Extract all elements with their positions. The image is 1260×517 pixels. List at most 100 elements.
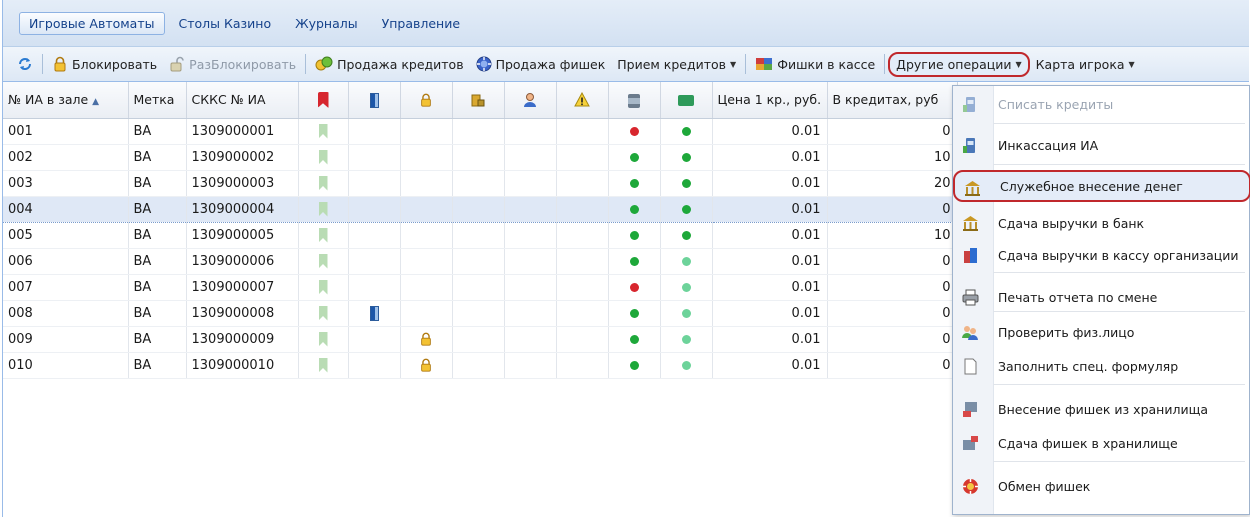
menu-item[interactable]: Печать отчета по смене [953, 281, 1251, 313]
tab-journals[interactable]: Журналы [285, 12, 368, 35]
refresh-button[interactable] [11, 54, 39, 74]
menu-item[interactable]: Обмен фишек [953, 470, 1251, 502]
cell-price: 0.01 [712, 352, 828, 379]
cell-credits: 10 [827, 222, 958, 249]
column-header-warning[interactable] [556, 82, 609, 119]
cell-price: 0.01 [712, 144, 828, 171]
cell-network [660, 274, 713, 301]
cell-credits: 0 [827, 326, 958, 353]
cell-status [608, 195, 661, 223]
cell-num: 005 [3, 222, 129, 249]
table-row[interactable]: 008 ВА 1309000008 0.01 0 [3, 300, 958, 327]
column-header-mark[interactable]: Метка [128, 82, 187, 119]
cell-price: 0.01 [712, 118, 828, 145]
network-dot [681, 178, 691, 188]
unblock-button[interactable]: РазБлокировать [163, 54, 302, 74]
column-header-num[interactable]: № ИА в зале ▲ [3, 82, 129, 119]
cell-skkc: 1309000002 [186, 144, 299, 171]
cell-money [452, 248, 505, 275]
block-button[interactable]: Блокировать [46, 54, 163, 74]
menu-item[interactable]: Сдача фишек в хранилище [953, 427, 1251, 459]
bookmark-icon [318, 123, 328, 139]
table-row[interactable]: 004 ВА 1309000004 0.01 0 [3, 195, 958, 223]
cell-warning [556, 222, 609, 249]
card-icon [678, 95, 694, 107]
cell-person [504, 300, 557, 327]
cell-lock [400, 118, 453, 145]
menu-separator [993, 123, 1245, 124]
menu-item[interactable]: Сдача выручки в банк [953, 207, 1251, 239]
menu-item[interactable]: Внесение фишек из хранилища [953, 393, 1251, 425]
cell-mark: ВА [128, 222, 187, 249]
cell-num: 009 [3, 326, 129, 353]
table-row[interactable]: 003 ВА 1309000003 0.01 20 [3, 170, 958, 197]
cell-bookmark [298, 195, 349, 223]
menu-item-label: Списать кредиты [998, 96, 1114, 112]
toolbar-separator [884, 54, 886, 74]
column-header-credits[interactable]: В кредитах, руб [827, 82, 958, 119]
cell-credits: 10 [827, 144, 958, 171]
player-card-button[interactable]: Карта игрока ▼ [1030, 55, 1141, 74]
tab-casino-tables[interactable]: Столы Казино [169, 12, 282, 35]
menu-item-label: Инкассация ИА [998, 137, 1099, 153]
menu-item[interactable]: Служебное внесение денег [953, 170, 1251, 202]
cell-status [608, 144, 661, 171]
chevron-down-icon: ▼ [1128, 59, 1135, 69]
accept-credits-button[interactable]: Прием кредитов ▼ [611, 55, 742, 74]
warning-icon [574, 91, 590, 107]
cell-credits: 0 [827, 300, 958, 327]
bookmark-icon [318, 253, 328, 269]
table-row[interactable]: 005 ВА 1309000005 0.01 10 [3, 222, 958, 249]
column-header-bookmark[interactable] [298, 82, 349, 119]
table-row[interactable]: 009 ВА 1309000009 0.01 0 [3, 326, 958, 353]
cell-person [504, 248, 557, 275]
cell-status [608, 222, 661, 249]
menu-item[interactable]: Списать кредиты [953, 88, 1251, 120]
cell-warning [556, 274, 609, 301]
column-header-person[interactable] [504, 82, 557, 119]
document-icon [962, 358, 979, 375]
menu-item-label: Печать отчета по смене [998, 289, 1158, 305]
cell-num: 002 [3, 144, 129, 171]
menu-item[interactable]: Проверить физ.лицо [953, 316, 1251, 348]
table-row[interactable]: 006 ВА 1309000006 0.01 0 [3, 248, 958, 275]
chips-cash-button[interactable]: Фишки в кассе [749, 54, 881, 74]
column-header-lock[interactable] [400, 82, 453, 119]
cell-money [452, 352, 505, 379]
column-header-price[interactable]: Цена 1 кр., руб. [712, 82, 828, 119]
status-dot [629, 204, 639, 214]
status-dot [629, 334, 639, 344]
table-row[interactable]: 002 ВА 1309000002 0.01 10 [3, 144, 958, 171]
chip-icon [476, 56, 492, 72]
column-header-money[interactable] [452, 82, 505, 119]
cell-money [452, 144, 505, 171]
cell-network [660, 248, 713, 275]
column-header-skkc[interactable]: СККС № ИА [186, 82, 299, 119]
cell-mark: ВА [128, 195, 187, 223]
menu-item[interactable]: Сдача выручки в кассу организации [953, 239, 1251, 271]
menu-item[interactable]: Заполнить спец. формуляр [953, 350, 1251, 382]
slot-machine-icon [962, 96, 979, 113]
menu-item[interactable]: Инкассация ИА [953, 129, 1251, 161]
cell-lock [400, 222, 453, 249]
table-row[interactable]: 010 ВА 1309000010 0.01 0 [3, 352, 958, 379]
cell-bookmark [298, 274, 349, 301]
table-row[interactable]: 001 ВА 1309000001 0.01 0 [3, 118, 958, 145]
sell-chips-button[interactable]: Продажа фишек [470, 54, 612, 74]
other-operations-button[interactable]: Другие операции ▼ [888, 51, 1030, 77]
column-header-door[interactable] [348, 82, 401, 119]
tab-management[interactable]: Управление [372, 12, 470, 35]
sell-credits-button[interactable]: Продажа кредитов [309, 54, 469, 74]
cell-skkc: 1309000008 [186, 300, 299, 327]
page-edge [1250, 0, 1260, 517]
column-header-card[interactable] [660, 82, 713, 119]
column-header-machine[interactable] [608, 82, 661, 119]
tab-slot-machines[interactable]: Игровые Автоматы [19, 12, 165, 35]
cell-door [348, 118, 401, 145]
refresh-icon [19, 58, 31, 70]
table-row[interactable]: 007 ВА 1309000007 0.01 0 [3, 274, 958, 301]
cell-credits: 0 [827, 352, 958, 379]
bank-icon [962, 215, 979, 232]
cell-credits: 20 [827, 170, 958, 197]
status-dot [629, 282, 639, 292]
